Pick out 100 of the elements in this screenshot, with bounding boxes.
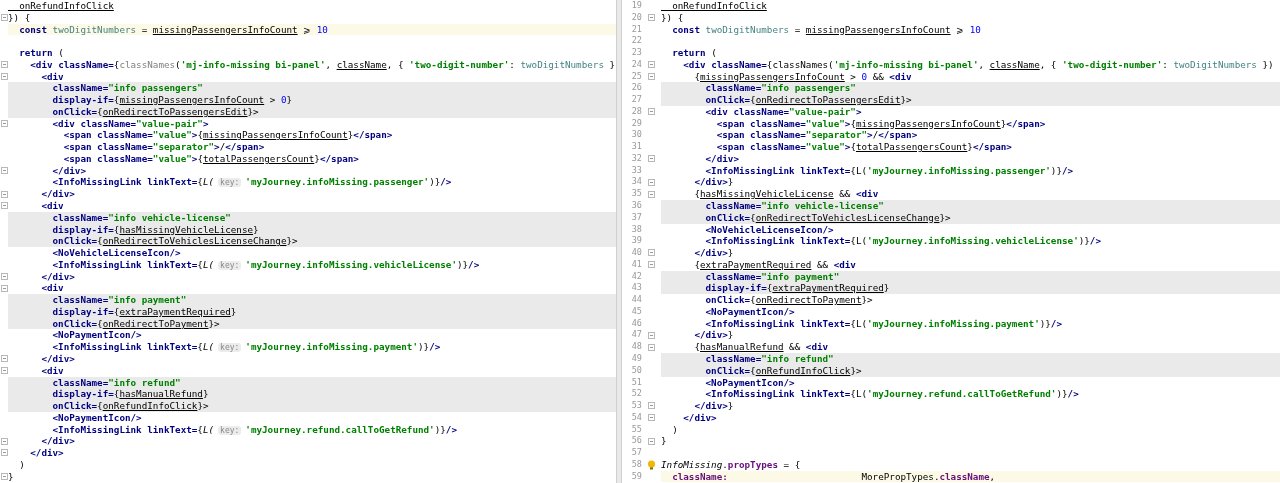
fold-icon[interactable] bbox=[0, 449, 8, 457]
code-line: <span className="separator">/</span> bbox=[62, 141, 266, 153]
line-number: 26 bbox=[630, 82, 642, 95]
line-number: 41 bbox=[630, 258, 642, 271]
fold-icon[interactable] bbox=[0, 167, 8, 175]
code-line: <InfoMissingLink linkText={L( key: 'myJourney.infoMissing.vehicleLicense')}/> bbox=[51, 258, 481, 271]
line-number: 37 bbox=[630, 211, 642, 224]
line-number: 43 bbox=[630, 282, 642, 295]
code-line: <span className="value">{missingPassengersInfoCount}</span> bbox=[715, 117, 1047, 130]
line-number: 47 bbox=[630, 329, 642, 342]
code-line: ) bbox=[671, 423, 679, 436]
code-line: </div>} bbox=[693, 176, 735, 189]
fold-icon[interactable] bbox=[648, 190, 655, 198]
fold-icon[interactable] bbox=[648, 261, 655, 269]
code-line: </div> bbox=[40, 352, 76, 365]
line-number: 38 bbox=[630, 223, 642, 236]
line-number: 56 bbox=[630, 435, 642, 448]
code-line: <span className="value">{totalPassengersCount}</span> bbox=[715, 141, 1013, 153]
code-line: <InfoMissingLink linkText={L( key: 'myJourney.infoMissing.passenger')}/> bbox=[51, 176, 453, 189]
fold-icon[interactable] bbox=[648, 72, 655, 80]
code-line: ) bbox=[18, 458, 26, 471]
code-line: </div> bbox=[704, 152, 740, 165]
code-line: <div bbox=[40, 70, 65, 83]
fold-icon[interactable] bbox=[0, 202, 8, 210]
fold-icon[interactable] bbox=[0, 437, 8, 445]
fold-icon[interactable] bbox=[648, 178, 655, 186]
code-line: const twoDigitNumbers = missingPassengersInfoCount ⩾ 10 bbox=[671, 23, 982, 36]
fold-icon[interactable] bbox=[648, 249, 655, 257]
line-number: 19 bbox=[630, 0, 642, 12]
fold-icon[interactable] bbox=[648, 343, 655, 351]
fold-icon[interactable] bbox=[648, 61, 655, 69]
fold-icon[interactable] bbox=[0, 14, 8, 22]
code-line: <NoPaymentIcon/> bbox=[704, 376, 796, 389]
line-number: 44 bbox=[630, 294, 642, 306]
code-line: }) { bbox=[661, 11, 685, 24]
line-number: 24 bbox=[630, 58, 642, 71]
line-number: 52 bbox=[630, 388, 642, 401]
fold-icon[interactable] bbox=[0, 473, 8, 480]
code-line: InfoMissing.propTypes = { bbox=[661, 458, 802, 471]
fold-icon[interactable] bbox=[648, 108, 655, 116]
code-line: <span className="value">{missingPassengersInfoCount}</span> bbox=[62, 129, 394, 142]
code-line: </div> bbox=[29, 447, 65, 459]
code-line: } bbox=[661, 435, 668, 448]
code-line: </div>} bbox=[693, 329, 735, 342]
code-line: </div> bbox=[682, 411, 718, 424]
line-number: 45 bbox=[630, 305, 642, 318]
line-number: 48 bbox=[630, 341, 642, 353]
code-line: <InfoMissingLink linkText={L('myJourney.refund.callToGetRefund')}/> bbox=[704, 388, 1080, 401]
line-number: 54 bbox=[630, 411, 642, 424]
line-number: 22 bbox=[630, 35, 642, 48]
fold-icon[interactable] bbox=[0, 273, 8, 280]
line-number: 33 bbox=[630, 164, 642, 177]
fold-icon[interactable] bbox=[0, 120, 8, 128]
fold-icon[interactable] bbox=[0, 367, 8, 375]
line-number: 59 bbox=[630, 470, 642, 483]
line-number: 29 bbox=[630, 117, 642, 130]
code-line: return ( bbox=[671, 47, 718, 59]
lightbulb-icon[interactable] bbox=[647, 459, 656, 470]
line-number: 31 bbox=[630, 141, 642, 153]
code-line: </div> bbox=[40, 435, 76, 448]
code-line: <div className="value-pair"> bbox=[51, 117, 210, 130]
code-line: } bbox=[8, 470, 15, 483]
code-line: <InfoMissingLink linkText={L('myJourney.infoMissing.vehicleLicense')}/> bbox=[704, 235, 1102, 248]
code-line: onClick={onRedirectToPayment}> bbox=[704, 294, 874, 306]
line-number: 30 bbox=[630, 129, 642, 142]
code-line: <span className="value">{totalPassengersCount}</span> bbox=[62, 152, 360, 165]
line-number: 34 bbox=[630, 176, 642, 189]
line-number: 58 bbox=[630, 458, 642, 471]
code-line: <NoPaymentIcon/> bbox=[51, 411, 143, 424]
code-line: return ( bbox=[18, 47, 65, 59]
fold-icon[interactable] bbox=[648, 155, 655, 163]
fold-icon[interactable] bbox=[648, 414, 655, 422]
fold-icon[interactable] bbox=[0, 72, 8, 80]
code-line: <NoPaymentIcon/> bbox=[704, 305, 796, 318]
fold-icon[interactable] bbox=[648, 331, 655, 339]
line-number: 25 bbox=[630, 70, 642, 83]
line-number: 49 bbox=[630, 352, 642, 365]
code-line: onRefundInfoClick bbox=[671, 0, 768, 12]
code-line: <div className={classNames('mj-info-missing bi-panel', className, { 'two-digit-number': twoDigitNumbers } bbox=[29, 58, 616, 71]
fold-icon[interactable] bbox=[0, 61, 8, 69]
code-line: </div> bbox=[51, 164, 87, 177]
fold-icon[interactable] bbox=[648, 437, 655, 445]
line-number: 55 bbox=[630, 423, 642, 436]
code-line: <InfoMissingLink linkText={L( key: 'myJourney.refund.callToGetRefund')}/> bbox=[51, 423, 458, 436]
line-number: 20 bbox=[630, 11, 642, 24]
fold-icon[interactable] bbox=[0, 355, 8, 363]
line-number: 50 bbox=[630, 364, 642, 377]
code-line: <div bbox=[40, 364, 65, 377]
fold-icon[interactable] bbox=[0, 284, 8, 292]
code-line: <NoVehicleLicenseIcon/> bbox=[704, 223, 835, 236]
code-line: {hasMissingVehicleLicense && <div bbox=[693, 188, 880, 200]
fold-icon[interactable] bbox=[648, 14, 655, 22]
line-number: 36 bbox=[630, 200, 642, 212]
code-line: {extraPaymentRequired && <div bbox=[693, 258, 857, 271]
code-line: <div className={classNames('mj-info-missing bi-panel', className, { 'two-digit-number': twoDigitNumbers }) bbox=[682, 58, 1275, 71]
fold-icon[interactable] bbox=[0, 190, 8, 198]
code-line: }) { bbox=[8, 11, 32, 24]
line-number: 39 bbox=[630, 235, 642, 248]
line-number: 21 bbox=[630, 23, 642, 36]
fold-icon[interactable] bbox=[648, 402, 655, 410]
